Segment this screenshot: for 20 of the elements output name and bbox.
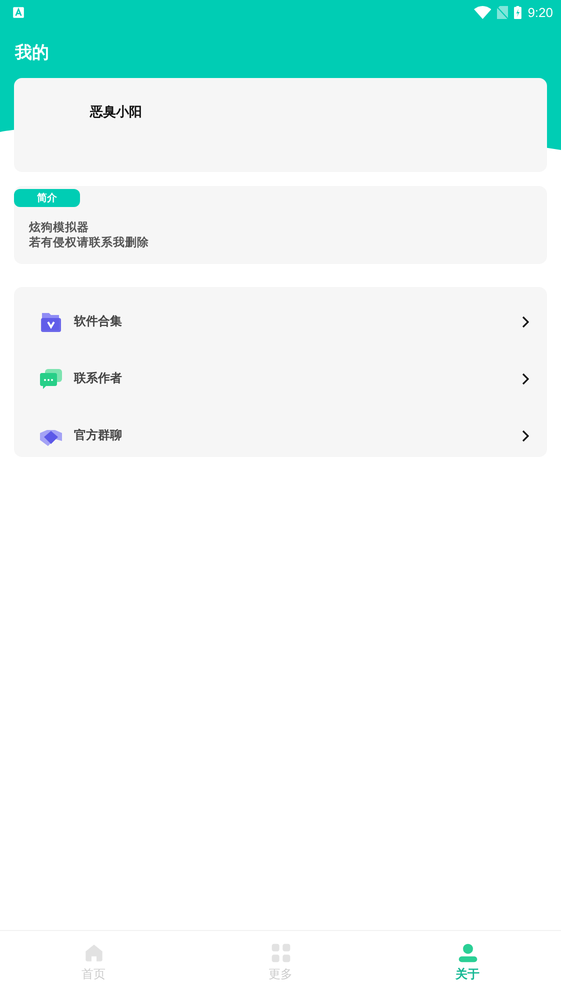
menu-item[interactable]: 联系作者: [14, 350, 547, 407]
chevron-right-icon: [521, 372, 529, 384]
menu-item[interactable]: 官方群聊: [14, 407, 547, 464]
battery-icon: [514, 6, 522, 18]
notification-icon: [12, 6, 25, 18]
home-icon: [84, 943, 104, 963]
chevron-right-icon: [521, 316, 529, 328]
intro-text: 若有侵权请联系我删除: [29, 235, 150, 250]
intro-text: 炫狗模拟器: [29, 220, 90, 235]
grid-icon: [270, 943, 290, 963]
chat-icon: [39, 366, 63, 390]
wifi-icon: [474, 6, 492, 18]
user-name: 恶臭小阳: [90, 104, 142, 121]
intro-badge: 简介: [14, 189, 80, 207]
person-icon: [458, 943, 478, 963]
menu-item[interactable]: 软件合集: [14, 293, 547, 350]
chevron-right-icon: [521, 430, 529, 442]
clock-time: 9:20: [528, 4, 553, 20]
page-title: 我的: [15, 42, 49, 64]
no-sim-icon: [497, 6, 508, 18]
